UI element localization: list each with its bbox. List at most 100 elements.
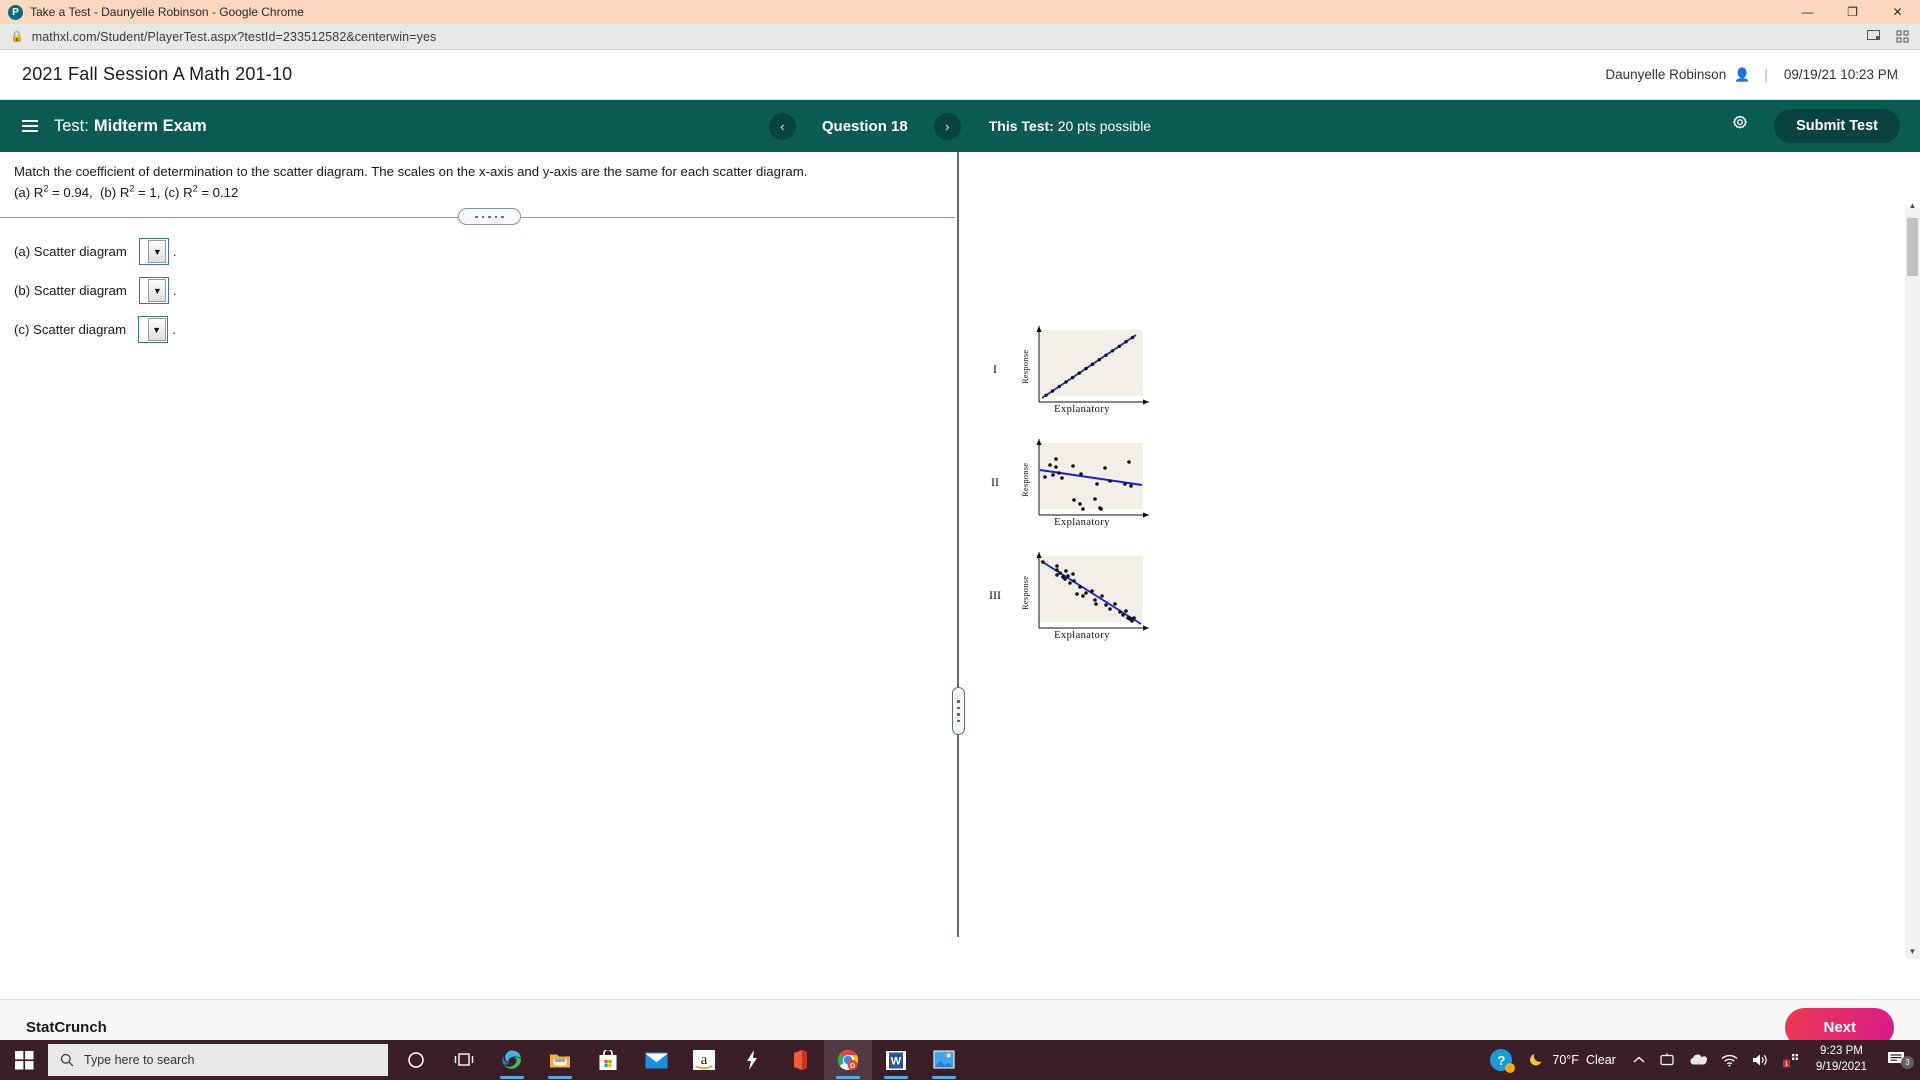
- svg-text:Response: Response: [1020, 576, 1030, 610]
- browser-address-bar[interactable]: 🔒 mathxl.com/Student/PlayerTest.aspx?tes…: [0, 24, 1920, 50]
- next-question-button[interactable]: ›: [933, 112, 961, 140]
- figure-label-II: II: [991, 475, 999, 489]
- figure-I: I Response Explanatory: [975, 324, 1149, 415]
- system-tray: ? 70°F Clear 1 9:23 PM 9/19/2021 3: [1483, 1040, 1920, 1080]
- answer-period-a: .: [172, 244, 177, 260]
- choice-a: (a) R2 = 0.94,: [14, 183, 93, 200]
- lightning-app-icon[interactable]: [728, 1040, 776, 1080]
- mail-icon[interactable]: [632, 1040, 680, 1080]
- answer-period-b: .: [172, 283, 177, 299]
- answer-row-a: (a) Scatter diagram ▼ .: [14, 232, 1920, 271]
- chevron-down-icon[interactable]: ▼: [148, 240, 167, 264]
- svg-text:a: a: [701, 1052, 708, 1068]
- notification-count-badge: 3: [1901, 1055, 1914, 1069]
- scatter-diagrams: I Response Explanatory II Response Expla…: [975, 324, 1149, 663]
- figure-xlabel-I: Explanatory: [1054, 404, 1110, 415]
- drag-handle-vertical[interactable]: [952, 687, 965, 735]
- drag-handle-horizontal[interactable]: [458, 208, 521, 226]
- course-header: 2021 Fall Session A Math 201-10 Daunyell…: [0, 50, 1920, 100]
- this-test-info: This Test: 20 pts possible: [989, 118, 1151, 134]
- weather-widget[interactable]: 70°F Clear: [1519, 1051, 1625, 1070]
- page-scrollbar[interactable]: ▲ ▼: [1905, 201, 1920, 959]
- task-view-icon[interactable]: [440, 1040, 488, 1080]
- answer-row-c: (c) Scatter diagram ▼ .: [14, 310, 1920, 349]
- microsoft-store-icon[interactable]: [584, 1040, 632, 1080]
- scroll-up-arrow[interactable]: ▲: [1905, 198, 1920, 213]
- scroll-down-arrow[interactable]: ▼: [1905, 944, 1920, 959]
- tab-title: Take a Test - Daunyelle Robinson - Googl…: [30, 5, 304, 19]
- scatter-plot-II: Response: [1020, 439, 1149, 518]
- question-prompt-block: Match the coefficient of determination t…: [0, 152, 1920, 203]
- extensions-icon[interactable]: [1896, 30, 1910, 44]
- answer-dropdown-a[interactable]: ▼: [138, 238, 169, 266]
- question-content-area: Match the coefficient of determination t…: [0, 152, 1920, 999]
- weather-condition: Clear: [1585, 1053, 1616, 1067]
- previous-question-button[interactable]: ‹: [768, 112, 796, 140]
- submit-test-button[interactable]: Submit Test: [1774, 109, 1900, 143]
- answer-label-b: (b) Scatter diagram: [14, 283, 127, 299]
- microsoft-office-icon[interactable]: [776, 1040, 824, 1080]
- person-icon[interactable]: 👤: [1734, 67, 1750, 83]
- windows-start-icon[interactable]: [0, 1040, 48, 1080]
- google-chrome-icon[interactable]: D: [824, 1040, 872, 1080]
- clock-date: 9/19/2021: [1815, 1061, 1867, 1073]
- test-navigation-bar: Test: Midterm Exam ‹ Question 18 › This …: [0, 100, 1920, 152]
- maximize-button[interactable]: ❐: [1830, 0, 1875, 24]
- scrollbar-thumb[interactable]: [1907, 218, 1918, 276]
- vertical-splitter: [957, 152, 959, 937]
- minimize-button[interactable]: —: [1785, 0, 1830, 24]
- current-question-label: Question 18: [821, 117, 908, 135]
- answer-period-c: .: [172, 322, 176, 338]
- svg-text:D: D: [850, 1063, 855, 1070]
- svg-text:Response: Response: [1020, 350, 1030, 384]
- search-input[interactable]: Type here to search: [48, 1044, 388, 1076]
- header-separator: |: [1764, 67, 1768, 82]
- onedrive-cloud-icon[interactable]: [1682, 1054, 1714, 1066]
- this-test-points: 20 pts possible: [1057, 118, 1152, 134]
- header-timestamp: 09/19/21 10:23 PM: [1783, 67, 1898, 82]
- hamburger-menu-icon[interactable]: [22, 120, 38, 132]
- cast-icon[interactable]: [1867, 30, 1882, 43]
- photos-icon[interactable]: [920, 1040, 968, 1080]
- amazon-icon[interactable]: a: [680, 1040, 728, 1080]
- chevron-up-icon[interactable]: [1626, 1056, 1652, 1064]
- search-icon: [60, 1053, 74, 1067]
- scatter-plot-III: Response: [1020, 552, 1149, 631]
- figure-label-I: I: [993, 362, 997, 376]
- answer-dropdown-c[interactable]: ▼: [138, 316, 169, 344]
- microsoft-word-icon[interactable]: W: [872, 1040, 920, 1080]
- course-title: 2021 Fall Session A Math 201-10: [22, 64, 293, 84]
- search-placeholder: Type here to search: [84, 1053, 195, 1067]
- taskbar-clock[interactable]: 9:23 PM 9/19/2021: [1806, 1044, 1877, 1075]
- file-explorer-icon[interactable]: [536, 1040, 584, 1080]
- figure-label-III: III: [989, 588, 1001, 602]
- tab-favicon: P: [8, 4, 23, 20]
- figure-xlabel-II: Explanatory: [1054, 517, 1110, 528]
- answer-label-a: (a) Scatter diagram: [14, 244, 127, 260]
- chevron-down-icon[interactable]: ▼: [147, 318, 166, 342]
- nav-right-actions: Submit Test: [1730, 109, 1900, 143]
- scatter-plot-I: Response: [1020, 326, 1149, 405]
- input-indicator-icon[interactable]: 1: [1776, 1053, 1806, 1068]
- gear-icon[interactable]: [1730, 114, 1750, 139]
- notifications-icon[interactable]: 3: [1877, 1050, 1916, 1071]
- microsoft-edge-icon[interactable]: [488, 1040, 536, 1080]
- question-prompt: Match the coefficient of determination t…: [14, 164, 808, 179]
- chevron-down-icon[interactable]: ▼: [148, 279, 167, 303]
- screen-capture-icon[interactable]: [1652, 1053, 1682, 1067]
- svg-text:W: W: [891, 1055, 902, 1067]
- browser-title-bar: P Take a Test - Daunyelle Robinson - Goo…: [0, 0, 1920, 24]
- statcrunch-link[interactable]: StatCrunch: [26, 1019, 107, 1036]
- svg-text:1: 1: [1784, 1061, 1788, 1068]
- windows-taskbar: Type here to search a D W ? 70°F Clear 1…: [0, 1040, 1920, 1080]
- answer-dropdown-b[interactable]: ▼: [138, 277, 169, 305]
- answer-label-c: (c) Scatter diagram: [14, 322, 127, 338]
- moon-icon: [1529, 1051, 1545, 1070]
- answer-rows: (a) Scatter diagram ▼ . (b) Scatter diag…: [0, 218, 1920, 349]
- address-url[interactable]: mathxl.com/Student/PlayerTest.aspx?testI…: [32, 30, 437, 44]
- volume-icon[interactable]: [1745, 1053, 1776, 1067]
- close-button[interactable]: ✕: [1875, 0, 1920, 24]
- cortana-icon[interactable]: [392, 1040, 440, 1080]
- wifi-icon[interactable]: [1714, 1054, 1745, 1067]
- help-question-icon[interactable]: ?: [1483, 1049, 1519, 1073]
